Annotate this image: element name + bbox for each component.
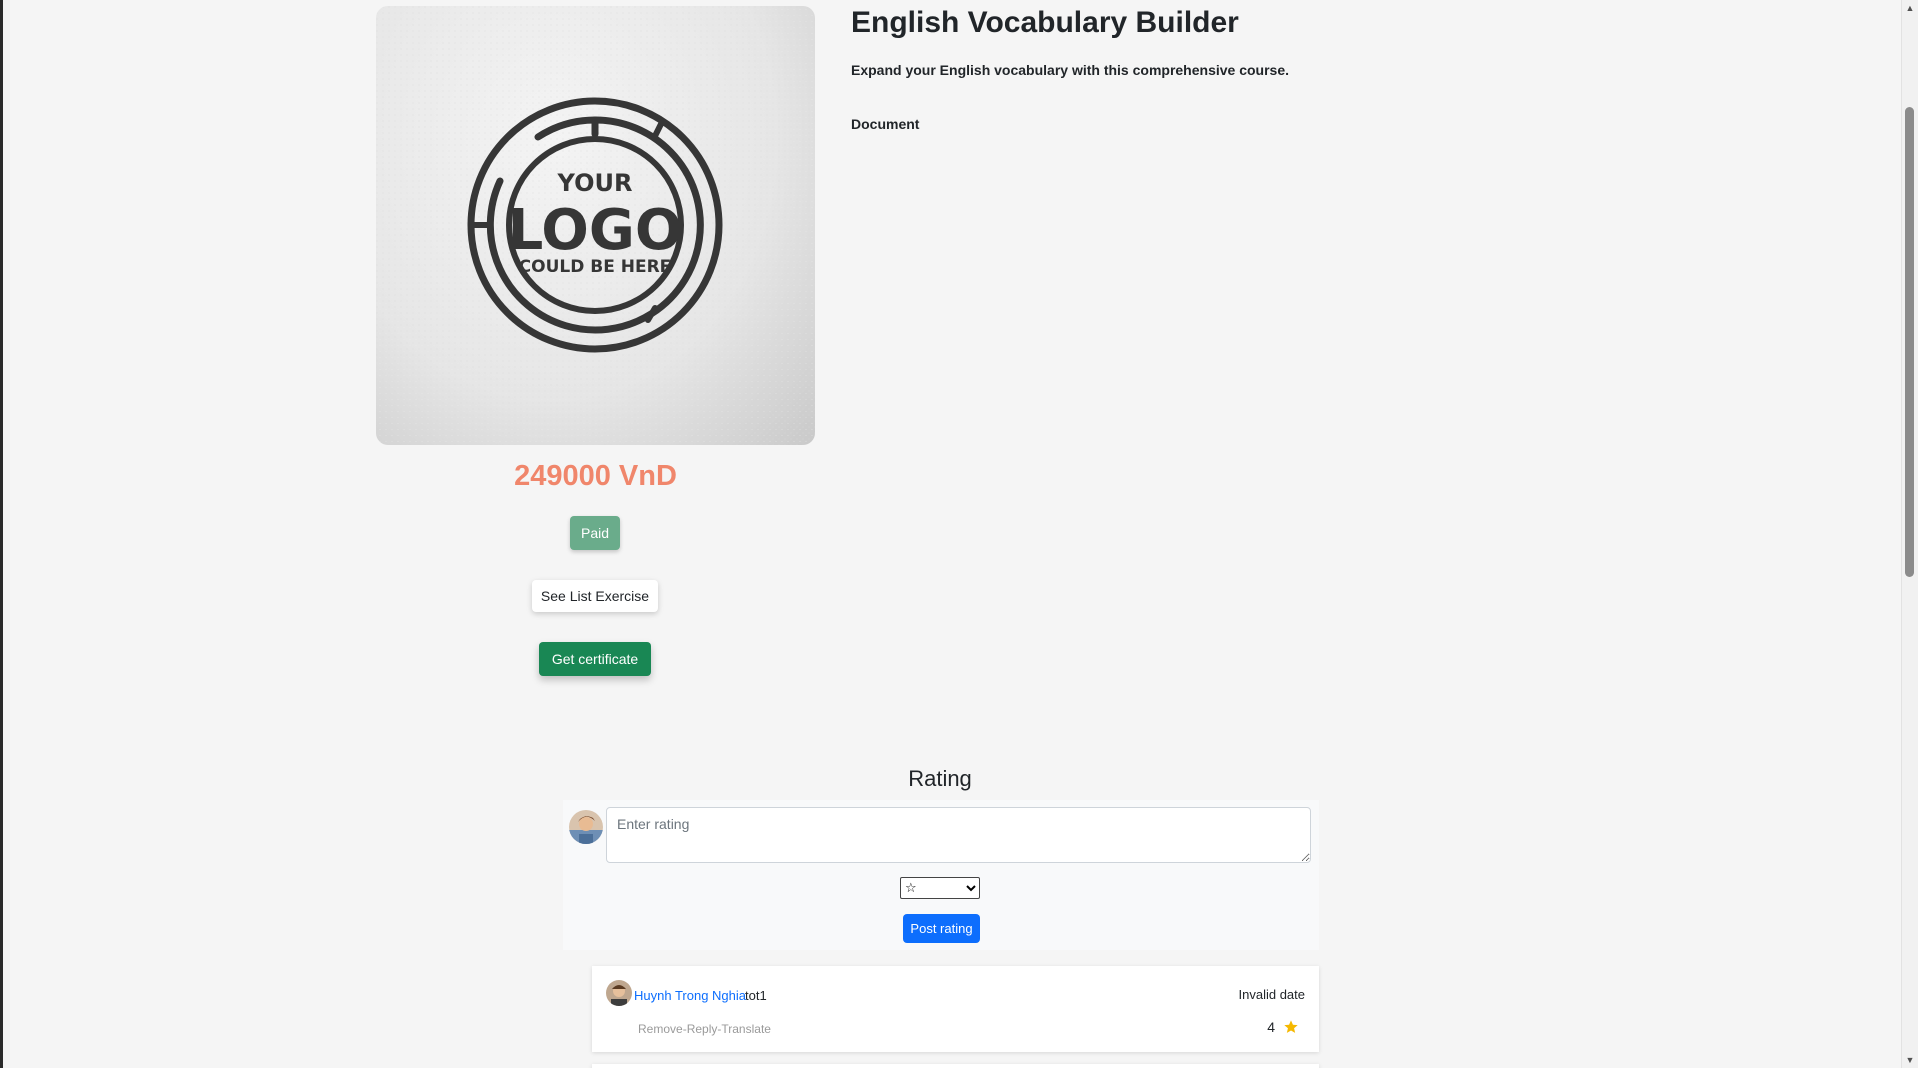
get-certificate-button[interactable]: Get certificate bbox=[539, 642, 651, 676]
comment-score-value: 4 bbox=[1267, 1019, 1275, 1035]
window-edge bbox=[0, 0, 3, 1068]
rating-comment: Huynh Trong Nghia tot1 Invalid date Remo… bbox=[592, 966, 1319, 1052]
star-icon bbox=[1284, 1020, 1298, 1033]
logo-placeholder-image: YOUR LOGO COULD BE HERE bbox=[376, 6, 815, 445]
rating-comment-partial bbox=[592, 1064, 1319, 1068]
comment-score: 4 bbox=[1267, 1019, 1299, 1035]
comment-text: tot1 bbox=[745, 988, 767, 1003]
course-image: YOUR LOGO COULD BE HERE bbox=[376, 6, 815, 445]
vertical-scrollbar[interactable]: ▲ ▼ bbox=[1901, 0, 1918, 1068]
document-label: Document bbox=[851, 116, 920, 132]
reply-comment-link[interactable]: Reply bbox=[687, 1022, 718, 1036]
triangle-down-icon[interactable]: ▼ bbox=[1902, 1052, 1918, 1068]
rating-input[interactable] bbox=[606, 807, 1311, 863]
comment-actions: Remove-Reply-Translate bbox=[638, 1022, 771, 1036]
user-avatar bbox=[569, 810, 603, 844]
course-price: 249000 VnD bbox=[514, 460, 677, 492]
logo-text-your: YOUR bbox=[557, 169, 633, 197]
course-description: Expand your English vocabulary with this… bbox=[851, 62, 1290, 78]
remove-comment-link[interactable]: Remove bbox=[638, 1022, 683, 1036]
scrollbar-thumb[interactable] bbox=[1905, 107, 1914, 577]
comment-author-link[interactable]: Huynh Trong Nghia bbox=[634, 988, 746, 1003]
post-rating-button[interactable]: Post rating bbox=[903, 914, 980, 943]
rating-form: ☆ Post rating bbox=[563, 800, 1319, 950]
rating-heading: Rating bbox=[908, 766, 972, 791]
see-list-exercise-button[interactable]: See List Exercise bbox=[532, 580, 658, 612]
translate-comment-link[interactable]: Translate bbox=[721, 1022, 771, 1036]
comment-date: Invalid date bbox=[1238, 987, 1306, 1002]
paid-button[interactable]: Paid bbox=[570, 516, 620, 550]
course-title: English Vocabulary Builder bbox=[851, 6, 1239, 39]
logo-text-could-be-here: COULD BE HERE bbox=[519, 257, 672, 277]
star-rating-select[interactable]: ☆ bbox=[900, 877, 980, 899]
logo-text-logo: LOGO bbox=[508, 198, 683, 263]
commenter-avatar bbox=[606, 980, 632, 1006]
page: YOUR LOGO COULD BE HERE 249000 VnD Paid … bbox=[0, 0, 1918, 1068]
triangle-up-icon[interactable]: ▲ bbox=[1902, 0, 1918, 16]
